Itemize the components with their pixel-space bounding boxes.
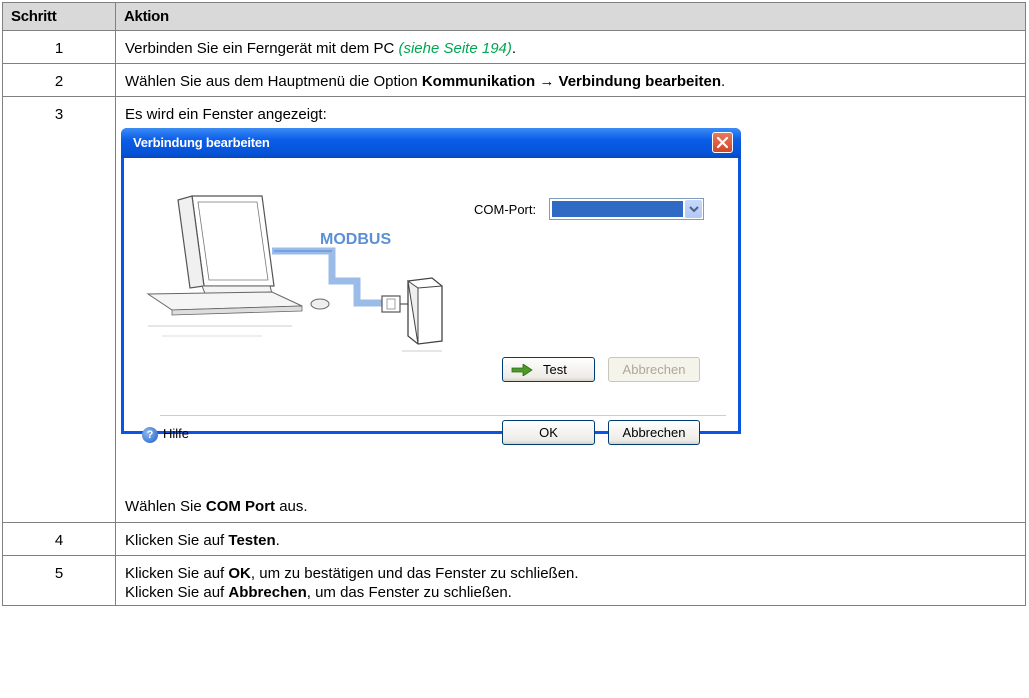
table-row: 3 Es wird ein Fenster angezeigt: Verbind… [2, 96, 1026, 523]
table-row: 1 Verbinden Sie ein Ferngerät mit dem PC… [2, 30, 1026, 64]
step-number: 4 [2, 522, 116, 556]
table-row: 2 Wählen Sie aus dem Hauptmenü die Optio… [2, 63, 1026, 97]
cancel-button[interactable]: Abbrechen [608, 420, 700, 445]
com-port-label: COM-Port: [474, 202, 537, 217]
page-link[interactable]: (siehe Seite 194) [398, 40, 511, 57]
separator [160, 415, 726, 416]
step-number: 2 [2, 63, 116, 97]
modbus-illustration: MODBUS [146, 195, 443, 352]
table-row: 5 Klicken Sie auf OK, um zu bestätigen u… [2, 555, 1026, 606]
test-button[interactable]: Test [502, 357, 595, 382]
step-action: Verbinden Sie ein Ferngerät mit dem PC (… [115, 30, 1026, 64]
com-port-select[interactable] [549, 198, 704, 220]
dialog-title: Verbindung bearbeiten [133, 135, 270, 150]
step-action: Wählen Sie aus dem Hauptmenü die Option … [115, 63, 1026, 97]
dialog-body: MODBUS COM-Port: Test Abbrechen ? Hilfe … [124, 158, 738, 445]
help-link[interactable]: ? Hilfe [142, 426, 189, 443]
step-action: Klicken Sie auf Testen. [115, 522, 1026, 556]
step-number: 5 [2, 555, 116, 606]
table-row: 4 Klicken Sie auf Testen. [2, 522, 1026, 556]
edit-connection-dialog: Verbindung bearbeiten MODBUS COM-Port: T… [121, 128, 741, 445]
close-icon[interactable] [712, 132, 733, 153]
step-action: Klicken Sie auf OK, um zu bestätigen und… [115, 555, 1026, 606]
step3-instruction: Wählen Sie COM Port aus. [125, 498, 308, 515]
step-number: 3 [2, 96, 116, 523]
step-number: 1 [2, 30, 116, 64]
cancel-test-button: Abbrechen [608, 357, 700, 382]
ok-button[interactable]: OK [502, 420, 595, 445]
dropdown-arrow-icon[interactable] [685, 200, 702, 218]
com-port-value [552, 201, 683, 217]
header-step: Schritt [2, 2, 116, 31]
help-icon: ? [142, 426, 158, 443]
step5-line1: Klicken Sie auf OK, um zu bestätigen und… [125, 565, 579, 582]
header-action: Aktion [115, 2, 1026, 31]
step5-line2: Klicken Sie auf Abbrechen, um das Fenste… [125, 584, 512, 601]
step-action: Es wird ein Fenster angezeigt: Verbindun… [115, 96, 1026, 523]
green-arrow-icon [511, 364, 533, 376]
dialog-titlebar: Verbindung bearbeiten [121, 128, 741, 158]
modbus-label: MODBUS [320, 231, 391, 248]
steps-table: Schritt Aktion 1 Verbinden Sie ein Ferng… [2, 2, 1026, 606]
